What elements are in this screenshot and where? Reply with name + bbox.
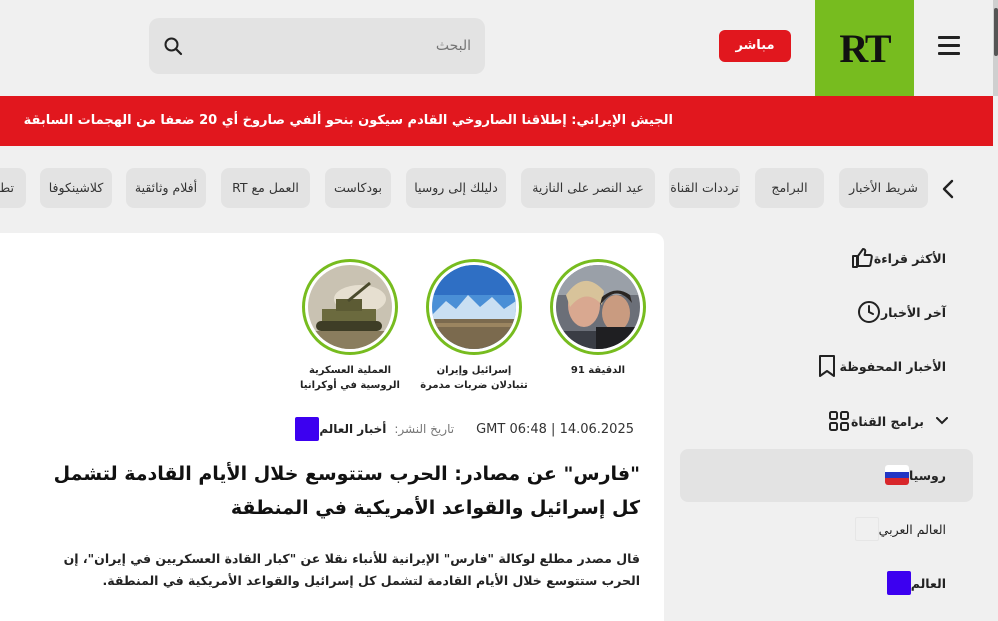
- sidebar-item-label: برامج القناة: [850, 413, 924, 429]
- story-item[interactable]: العملية العسكرية الروسية في أوكرانيا: [295, 259, 405, 393]
- chevron-left-icon[interactable]: [940, 178, 956, 200]
- story-label[interactable]: الدقيقة 91: [543, 363, 653, 378]
- clock-icon: [857, 301, 880, 323]
- category-chip[interactable]: عيد النصر على النازية: [521, 168, 655, 208]
- story-label[interactable]: إسرائيل وإيران تتبادلان ضربات مدمرة: [419, 363, 529, 393]
- sidebar-item-latest-news[interactable]: آخر الأخبار: [857, 300, 958, 324]
- arab-world-icon: [854, 517, 879, 541]
- sidebar-item-most-read[interactable]: الأكثر قراءة: [850, 246, 958, 270]
- sidebar-item-world[interactable]: العالم: [886, 571, 958, 595]
- hamburger-menu-icon[interactable]: [938, 36, 960, 56]
- search-box[interactable]: [149, 18, 485, 74]
- grid-icon: [828, 411, 849, 431]
- sidebar-item-label: آخر الأخبار: [880, 304, 946, 320]
- bookmark-icon: [819, 355, 836, 377]
- sidebar-item-label: روسيا: [908, 467, 946, 483]
- article-category[interactable]: أخبار العالم: [319, 422, 386, 436]
- category-chip[interactable]: بودكاست: [325, 168, 391, 208]
- story-image: [308, 265, 392, 349]
- sidebar-item-label: العالم: [910, 575, 946, 591]
- category-chip[interactable]: أفلام وثائقية: [126, 168, 206, 208]
- category-chip[interactable]: ترددات القناة: [669, 168, 740, 208]
- story-label[interactable]: العملية العسكرية الروسية في أوكرانيا: [295, 363, 405, 393]
- sidebar-item-russia[interactable]: روسيا: [884, 463, 958, 487]
- story-thumbnail[interactable]: [550, 259, 646, 355]
- publish-date: 14.06.2025 | 06:48 GMT: [476, 421, 634, 437]
- thumbs-up-icon: [851, 248, 873, 268]
- site-header: مباشر RT: [0, 0, 998, 96]
- category-chip[interactable]: العمل مع RT: [221, 168, 310, 208]
- category-chip[interactable]: دليلك إلى روسيا: [406, 168, 506, 208]
- sidebar-item-arab-world[interactable]: العالم العربي: [854, 517, 958, 541]
- article-lead: قال مصدر مطلع لوكالة "فارس" الإيرانية لل…: [63, 551, 640, 588]
- sidebar-item-label: الأخبار المحفوظة: [839, 358, 946, 374]
- article-meta: أخبار العالم تاريخ النشر: 14.06.2025 | 0…: [295, 417, 640, 441]
- live-button[interactable]: مباشر: [719, 30, 791, 62]
- sidebar-item-label: العالم العربي: [878, 521, 946, 537]
- category-chip[interactable]: البرامج: [755, 168, 824, 208]
- search-input[interactable]: [201, 18, 471, 74]
- sidebar-item-programs[interactable]: برامج القناة: [827, 409, 958, 433]
- article-card: الدقيقة 91 إسرائيل وإيران تتبادلان ضربات…: [0, 233, 664, 621]
- rt-logo[interactable]: RT: [815, 0, 914, 96]
- story-image: [432, 265, 516, 349]
- category-chip[interactable]: كلاشينكوفا: [40, 168, 112, 208]
- russia-flag-icon: [884, 465, 909, 485]
- search-icon[interactable]: [163, 36, 183, 56]
- story-item[interactable]: إسرائيل وإيران تتبادلان ضربات مدمرة: [419, 259, 529, 393]
- category-color-icon: [295, 417, 320, 441]
- story-image: [556, 265, 640, 349]
- logo-text: RT: [839, 25, 891, 71]
- publish-date-label: تاريخ النشر:: [394, 422, 455, 436]
- story-item[interactable]: الدقيقة 91: [543, 259, 653, 378]
- category-chip[interactable]: شريط الأخبار: [839, 168, 928, 208]
- sidebar-item-saved-news[interactable]: الأخبار المحفوظة: [815, 354, 958, 378]
- article-headline[interactable]: "فارس" عن مصادر: الحرب ستتوسع خلال الأيا…: [40, 457, 640, 525]
- breaking-news-text[interactable]: الجيش الإيراني: إطلاقنا الصاروخي القادم …: [24, 96, 673, 146]
- world-icon: [886, 571, 911, 595]
- sidebar-item-label: الأكثر قراءة: [873, 250, 946, 266]
- category-nav: شريط الأخبار البرامج ترددات القناة عيد ا…: [0, 168, 932, 210]
- scrollbar-thumb[interactable]: [994, 8, 998, 56]
- chevron-down-icon[interactable]: [936, 417, 948, 425]
- breaking-news-banner[interactable]: الجيش الإيراني: إطلاقنا الصاروخي القادم …: [0, 96, 993, 146]
- category-chip[interactable]: تطب: [0, 168, 26, 208]
- story-thumbnail[interactable]: [426, 259, 522, 355]
- story-thumbnail[interactable]: [302, 259, 398, 355]
